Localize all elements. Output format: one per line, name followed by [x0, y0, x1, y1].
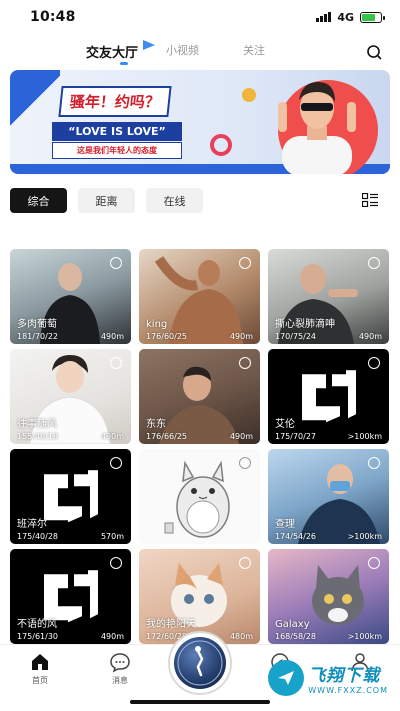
banner-slogan: “LOVE IS LOVE”	[52, 122, 182, 141]
battery-icon	[360, 11, 385, 23]
user-distance: 490m	[229, 332, 253, 341]
select-circle-icon[interactable]	[239, 257, 251, 269]
user-info: 175/61/30	[17, 632, 59, 641]
user-name: 查理	[275, 519, 295, 530]
user-card[interactable]	[139, 449, 260, 544]
user-card[interactable]: 查理 174/54/26 >100km	[268, 449, 389, 544]
user-name: 不语的风	[17, 619, 57, 630]
default-avatar-logo	[43, 569, 98, 622]
status-time: 10:48	[30, 9, 76, 25]
user-info: 181/70/22	[17, 332, 59, 341]
user-distance: 490m	[229, 432, 253, 441]
user-distance: 490m	[100, 432, 124, 441]
select-circle-icon[interactable]	[368, 257, 380, 269]
user-info: 170/75/24	[275, 332, 317, 341]
select-circle-icon[interactable]	[110, 257, 122, 269]
user-card[interactable]: 我的艳阳天 172/60/28 480m	[139, 549, 260, 644]
select-circle-icon[interactable]	[368, 457, 380, 469]
signal-icon	[316, 12, 332, 22]
user-name: 艾伦	[275, 419, 295, 430]
select-circle-icon[interactable]	[368, 557, 380, 569]
watermark-logo-icon	[268, 660, 305, 696]
nav-messages-label: 消息	[112, 676, 128, 685]
watermark-title: 飞翔下载	[308, 666, 381, 686]
user-distance: >100km	[347, 632, 382, 641]
moon-figure-icon	[177, 640, 223, 686]
default-avatar-logo	[43, 469, 98, 522]
home-indicator	[130, 700, 270, 704]
user-name: 多肉葡萄	[17, 319, 57, 330]
user-card[interactable]: king 176/60/25 490m	[139, 249, 260, 344]
user-card[interactable]: 撕心裂肺滴呻 170/75/24 490m	[268, 249, 389, 344]
user-distance: 570m	[100, 532, 124, 541]
promo-banner[interactable]: 骚年！约吗？ “LOVE IS LOVE” 这是我们年轻人的态度	[10, 70, 390, 174]
watermark: 飞翔下载 WWW.FXXZ.COM	[268, 660, 388, 696]
status-indicators: 4G	[316, 10, 385, 24]
network-label: 4G	[337, 10, 354, 24]
active-tab-flag-icon	[143, 40, 155, 50]
home-icon	[32, 654, 48, 670]
user-name: 东东	[146, 419, 166, 430]
select-circle-icon[interactable]	[239, 357, 251, 369]
user-info: 155/40/18	[17, 432, 59, 441]
nav-home-label: 首页	[32, 676, 48, 685]
select-circle-icon[interactable]	[110, 557, 122, 569]
user-info: 175/70/27	[275, 432, 317, 441]
list-view-icon[interactable]	[362, 193, 378, 207]
user-distance: 490m	[358, 332, 382, 341]
user-info: 174/54/26	[275, 532, 317, 541]
tab-hall[interactable]: 交友大厅	[86, 42, 138, 61]
filter-overall[interactable]: 综合	[10, 188, 67, 213]
tab-short-video[interactable]: 小视频	[166, 42, 199, 58]
user-name: 班淬尔	[17, 519, 47, 530]
user-card[interactable]: 多肉葡萄 181/70/22 490m	[10, 249, 131, 344]
filter-online[interactable]: 在线	[146, 188, 203, 213]
user-info: 176/66/25	[146, 432, 188, 441]
user-card[interactable]: 往事随风 155/40/18 490m	[10, 349, 131, 444]
center-action-button[interactable]	[168, 631, 232, 695]
tab-follow[interactable]: 关注	[243, 42, 265, 58]
select-circle-icon[interactable]	[239, 557, 251, 569]
user-card[interactable]: 艾伦 175/70/27 >100km	[268, 349, 389, 444]
user-distance: >100km	[347, 532, 382, 541]
select-circle-icon[interactable]	[110, 457, 122, 469]
top-tabs: 交友大厅 小视频 关注	[0, 38, 400, 66]
user-name: king	[146, 319, 168, 330]
search-icon[interactable]	[366, 44, 382, 60]
watermark-url: WWW.FXXZ.COM	[308, 686, 388, 695]
center-action-image	[174, 637, 226, 689]
user-card[interactable]: 不语的风 175/61/30 490m	[10, 549, 131, 644]
select-circle-icon[interactable]	[368, 357, 380, 369]
user-card[interactable]: 班淬尔 175/40/28 570m	[10, 449, 131, 544]
user-card[interactable]: Galaxy 168/58/28 >100km	[268, 549, 389, 644]
nav-messages[interactable]: 消息	[100, 651, 140, 686]
user-name: 撕心裂肺滴呻	[275, 319, 335, 330]
user-info: 175/40/28	[17, 532, 59, 541]
banner-person-image	[278, 82, 356, 174]
select-circle-icon[interactable]	[110, 357, 122, 369]
filter-distance[interactable]: 距离	[78, 188, 135, 213]
user-distance: 490m	[100, 332, 124, 341]
user-card[interactable]: 东东 176/66/25 490m	[139, 349, 260, 444]
banner-subtitle: 这是我们年轻人的态度	[52, 142, 182, 159]
user-distance: >100km	[347, 432, 382, 441]
user-info: 176/60/25	[146, 332, 188, 341]
message-icon	[110, 653, 130, 673]
active-tab-indicator	[120, 62, 128, 65]
user-distance: 480m	[229, 632, 253, 641]
user-name: 往事随风	[17, 419, 57, 430]
default-avatar-logo	[301, 369, 356, 422]
user-info: 168/58/28	[275, 632, 317, 641]
user-name: Galaxy	[275, 619, 310, 630]
nav-home[interactable]: 首页	[20, 651, 60, 686]
select-circle-icon[interactable]	[239, 457, 251, 469]
banner-title: 骚年！约吗？	[58, 86, 172, 117]
user-distance: 490m	[100, 632, 124, 641]
status-bar: 10:48 4G	[0, 0, 400, 34]
user-name: 我的艳阳天	[146, 619, 196, 630]
